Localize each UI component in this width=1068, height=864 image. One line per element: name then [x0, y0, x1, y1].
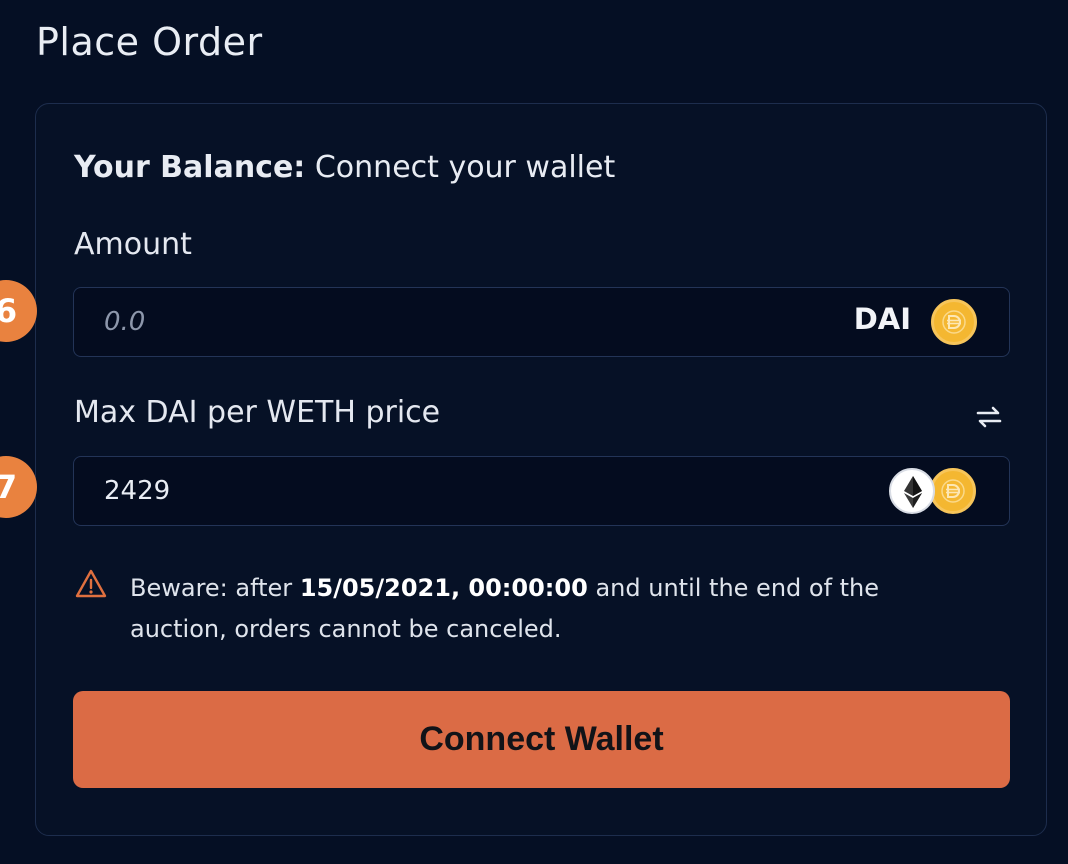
warning-icon	[74, 568, 108, 604]
balance-value: Connect your wallet	[314, 150, 616, 185]
step-badge-7: 7	[0, 456, 37, 518]
warning-text: Beware: after 15/05/2021, 00:00:00 and u…	[130, 568, 960, 650]
balance-label: Your Balance:	[74, 150, 306, 185]
dai-icon	[930, 468, 976, 514]
warning-prefix: Beware: after	[130, 574, 293, 602]
page-title: Place Order	[36, 20, 263, 64]
warning-datetime: 15/05/2021, 00:00:00	[299, 574, 588, 602]
price-label: Max DAI per WETH price	[74, 395, 441, 430]
dai-icon	[931, 299, 977, 345]
amount-label: Amount	[74, 227, 192, 262]
price-input[interactable]	[102, 457, 746, 525]
eth-icon	[889, 468, 935, 514]
amount-input[interactable]	[102, 288, 746, 356]
price-field[interactable]	[73, 456, 1010, 526]
amount-field[interactable]: DAI	[73, 287, 1010, 357]
step-badge-6: 6	[0, 280, 37, 342]
swap-icon[interactable]	[974, 402, 1004, 436]
connect-wallet-button[interactable]: Connect Wallet	[73, 691, 1010, 788]
amount-token-label: DAI	[853, 302, 911, 336]
balance-row: Your Balance: Connect your wallet	[74, 150, 615, 185]
